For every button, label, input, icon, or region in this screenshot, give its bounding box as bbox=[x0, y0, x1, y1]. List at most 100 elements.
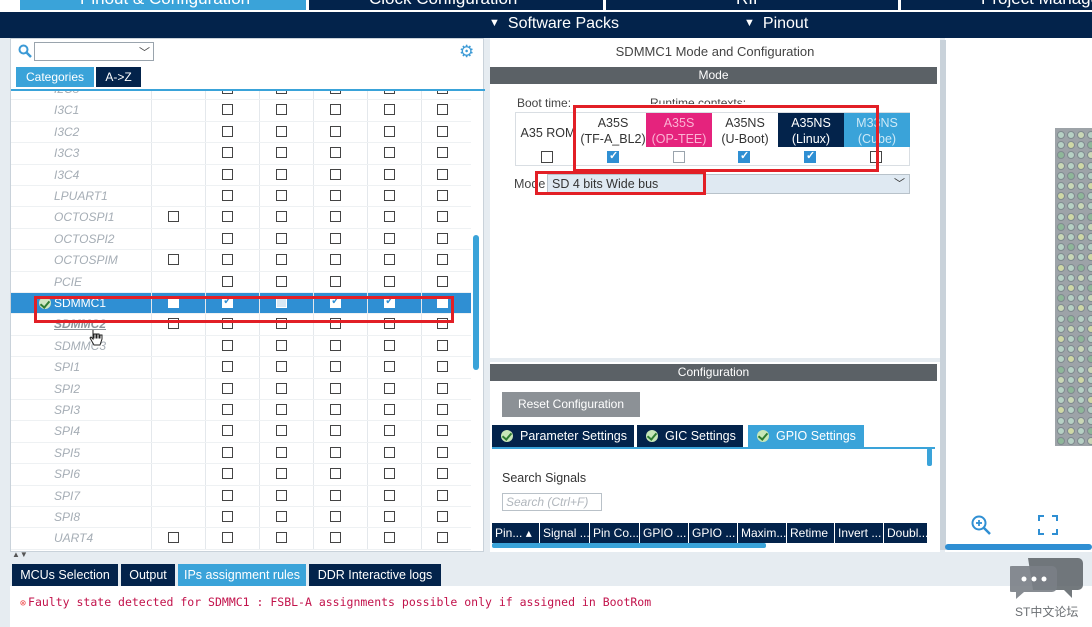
chip-pin[interactable] bbox=[1087, 151, 1092, 160]
context-checkbox[interactable] bbox=[437, 446, 448, 458]
context-checkbox[interactable] bbox=[384, 511, 395, 522]
chip-pin[interactable] bbox=[1077, 273, 1085, 282]
chip-pin[interactable] bbox=[1087, 233, 1092, 241]
chip-pin[interactable] bbox=[1077, 253, 1085, 262]
context-checkbox[interactable] bbox=[276, 91, 287, 94]
context-checkbox[interactable] bbox=[222, 147, 233, 159]
context-checkbox[interactable] bbox=[330, 468, 341, 480]
chip-pin[interactable] bbox=[1067, 171, 1075, 180]
chip-pin[interactable] bbox=[1057, 141, 1065, 150]
chip-pin[interactable] bbox=[1067, 304, 1075, 313]
chip-pin[interactable] bbox=[1077, 161, 1085, 170]
chip-pin[interactable] bbox=[1077, 141, 1085, 150]
context-checkbox[interactable] bbox=[222, 275, 233, 287]
context-checkbox[interactable] bbox=[330, 339, 341, 351]
chip-pin[interactable] bbox=[1077, 345, 1085, 354]
chip-pin[interactable] bbox=[1067, 406, 1075, 415]
tab-project-manager[interactable]: Project Manager bbox=[901, 0, 1092, 10]
chip-pin[interactable] bbox=[1087, 171, 1092, 180]
context-checkbox[interactable] bbox=[330, 168, 341, 180]
context-checkbox[interactable] bbox=[276, 511, 287, 522]
tab-mcus-selection[interactable]: MCUs Selection bbox=[12, 564, 118, 586]
context-checkbox[interactable] bbox=[276, 211, 287, 223]
context-checkbox[interactable] bbox=[222, 91, 233, 94]
context-checkbox[interactable] bbox=[384, 532, 395, 544]
chip-pin[interactable] bbox=[1057, 263, 1065, 272]
chip-pin[interactable] bbox=[1067, 294, 1075, 303]
chip-pin[interactable] bbox=[1057, 365, 1065, 374]
tab-parameter-settings[interactable]: Parameter Settings bbox=[492, 425, 634, 447]
chip-pin[interactable] bbox=[1067, 151, 1075, 160]
software-packs-menu[interactable]: ▼ Software Packs bbox=[489, 15, 619, 33]
column-signal[interactable]: Signal ... bbox=[540, 523, 590, 543]
chip-pin[interactable] bbox=[1067, 335, 1075, 343]
chip-pin[interactable] bbox=[1067, 365, 1075, 374]
chip-pin[interactable] bbox=[1067, 273, 1075, 282]
list-item[interactable]: SPI6 bbox=[11, 464, 471, 486]
fit-screen-icon[interactable] bbox=[1038, 515, 1058, 535]
chip-pin[interactable] bbox=[1077, 151, 1085, 160]
tab-output[interactable]: Output bbox=[121, 564, 175, 586]
chip-pin[interactable] bbox=[1057, 406, 1065, 415]
chip-pin[interactable] bbox=[1077, 406, 1085, 415]
context-checkbox[interactable] bbox=[276, 232, 287, 244]
column-maximum[interactable]: Maxim... bbox=[738, 523, 787, 543]
context-checkbox[interactable] bbox=[222, 404, 233, 415]
context-checkbox[interactable] bbox=[330, 404, 341, 415]
chip-pin[interactable] bbox=[1057, 335, 1065, 343]
context-checkbox[interactable] bbox=[168, 532, 179, 544]
context-checkbox[interactable] bbox=[168, 211, 179, 223]
chip-pin[interactable] bbox=[1077, 263, 1085, 272]
list-item[interactable]: SPI5 bbox=[11, 442, 471, 465]
context-checkbox[interactable] bbox=[330, 190, 341, 201]
context-checkbox[interactable] bbox=[330, 211, 341, 223]
chip-pin[interactable] bbox=[1087, 365, 1092, 374]
chip-pin[interactable] bbox=[1067, 375, 1075, 384]
chip-pin[interactable] bbox=[1067, 212, 1075, 221]
list-item[interactable]: UART4 bbox=[11, 528, 471, 550]
context-checkbox[interactable] bbox=[330, 382, 341, 394]
chip-pin[interactable] bbox=[1067, 324, 1075, 333]
context-checkbox[interactable] bbox=[222, 361, 233, 373]
context-checkbox[interactable] bbox=[168, 254, 179, 266]
context-checkbox[interactable] bbox=[330, 275, 341, 287]
chip-pin[interactable] bbox=[1077, 304, 1085, 313]
chip-pin[interactable] bbox=[1077, 396, 1085, 405]
context-checkbox[interactable] bbox=[276, 190, 287, 201]
chip-pin[interactable] bbox=[1087, 284, 1092, 292]
context-checkbox[interactable] bbox=[384, 468, 395, 480]
chip-pin[interactable] bbox=[1057, 222, 1065, 231]
chip-pin[interactable] bbox=[1087, 345, 1092, 354]
chip-pin[interactable] bbox=[1087, 355, 1092, 364]
context-checkbox[interactable] bbox=[384, 168, 395, 180]
chip-pin[interactable] bbox=[1067, 161, 1075, 170]
chip-pin[interactable] bbox=[1087, 131, 1092, 139]
tab-ddr-interactive-logs[interactable]: DDR Interactive logs bbox=[309, 564, 441, 586]
context-checkbox[interactable] bbox=[384, 211, 395, 223]
chip-pin[interactable] bbox=[1077, 426, 1085, 435]
chip-pin[interactable] bbox=[1087, 263, 1092, 272]
context-checkbox[interactable] bbox=[330, 91, 341, 94]
gear-icon[interactable]: ⚙ bbox=[459, 43, 476, 60]
context-checkbox[interactable] bbox=[330, 489, 341, 501]
context-checkbox[interactable] bbox=[276, 339, 287, 351]
chip-pin[interactable] bbox=[1057, 161, 1065, 170]
chip-pin[interactable] bbox=[1067, 437, 1075, 445]
chip-pin[interactable] bbox=[1057, 131, 1065, 139]
context-checkbox[interactable] bbox=[222, 125, 233, 137]
chip-pin[interactable] bbox=[1057, 294, 1065, 303]
context-checkbox[interactable] bbox=[384, 190, 395, 201]
list-scrollbar[interactable] bbox=[473, 235, 479, 370]
context-checkbox[interactable] bbox=[330, 446, 341, 458]
context-checkbox[interactable] bbox=[276, 275, 287, 287]
chip-pin[interactable] bbox=[1067, 222, 1075, 231]
chip-pin[interactable] bbox=[1087, 253, 1092, 262]
context-checkbox[interactable] bbox=[384, 339, 395, 351]
context-checkbox[interactable] bbox=[384, 425, 395, 437]
context-checkbox[interactable] bbox=[276, 532, 287, 544]
context-checkbox[interactable] bbox=[330, 532, 341, 544]
context-checkbox[interactable] bbox=[330, 232, 341, 244]
chip-pin[interactable] bbox=[1087, 437, 1092, 445]
chip-pin[interactable] bbox=[1087, 335, 1092, 343]
context-checkbox[interactable] bbox=[330, 254, 341, 266]
